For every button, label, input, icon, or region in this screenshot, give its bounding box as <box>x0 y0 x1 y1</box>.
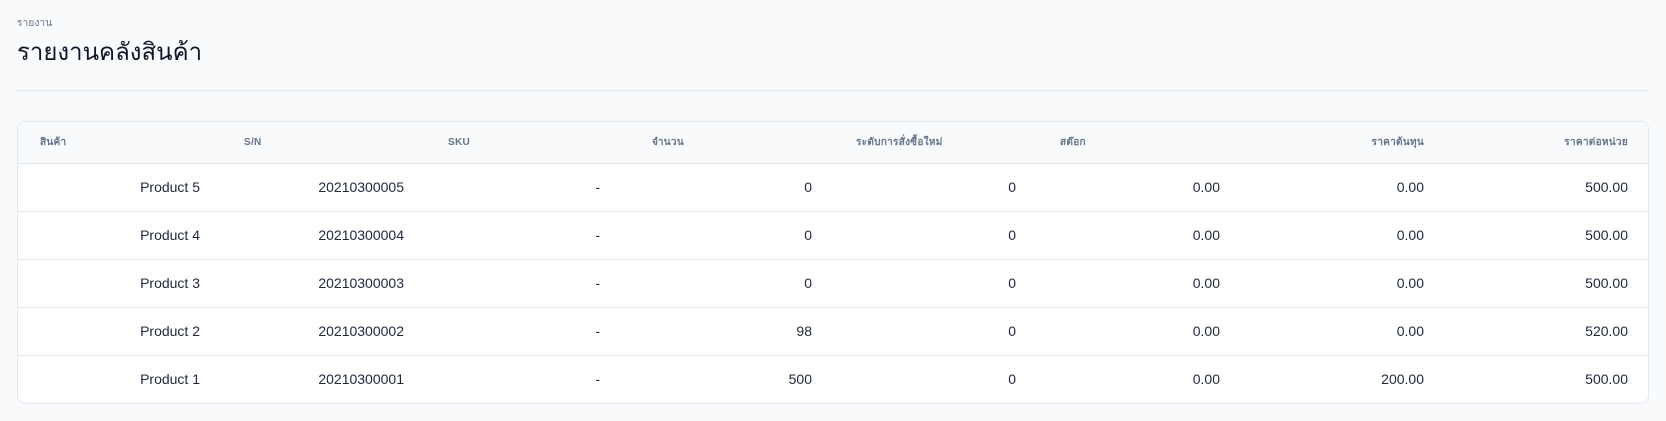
page-title: รายงานคลังสินค้า <box>17 39 203 66</box>
report-page: รายงาน รายงานคลังสินค้า สินค้า S/N SKU จ… <box>0 0 1666 421</box>
cell-reorder-level: 0 <box>834 163 1038 212</box>
table-body: Product 5 20210300005-0 0 0.00 0.00 500.00 Pro… <box>18 163 1648 403</box>
cell-stock: 0.00 <box>1192 371 1220 388</box>
cell-reorder-level: 0 <box>1008 371 1016 388</box>
cell-product: Product 2 <box>18 307 222 356</box>
column-header-sku[interactable]: SKU <box>426 122 630 164</box>
table-row[interactable]: Product 2 20210300002-98 0 0.00 0.00 520.00 <box>18 307 1648 356</box>
cell-product: Product 5 <box>18 163 222 212</box>
cell-sn: 20210300002 <box>222 307 426 356</box>
cell-sku: - <box>595 371 600 388</box>
header-row: สินค้า S/N SKU จำนวน ระดับการสั่งซื้อใหม… <box>18 122 1648 164</box>
column-header-unit-price[interactable]: ราคาต่อหน่วย <box>1446 122 1648 164</box>
table-row[interactable]: Product 4 20210300004-0 0 0.00 0.00 500.00 <box>18 211 1648 260</box>
cell-cost-price: 0.00 <box>1242 307 1446 356</box>
table-row[interactable]: Product 5 20210300005-0 0 0.00 0.00 500.00 <box>18 163 1648 212</box>
cell-stock: 0.00 <box>1038 211 1242 260</box>
cell-sku: - <box>426 211 630 260</box>
breadcrumb[interactable]: รายงาน <box>17 17 1649 30</box>
cell-quantity: 0 <box>630 259 834 308</box>
cell-reorder-level: 0 <box>834 307 1038 356</box>
cell-sku: - <box>426 163 630 212</box>
cell-stock: 0.00 <box>1038 163 1242 212</box>
cell-cost-price: 0.00 <box>1242 211 1446 260</box>
cell-sn: 20210300004 <box>222 211 426 260</box>
column-header-stock[interactable]: สต๊อก <box>1038 122 1242 164</box>
column-header-cost-price[interactable]: ราคาต้นทุน <box>1242 122 1446 164</box>
cell-quantity: 0 <box>630 211 834 260</box>
column-header-sn[interactable]: S/N <box>222 122 426 164</box>
table-row[interactable]: Product 3 20210300003-0 0 0.00 0.00 500.00 <box>18 259 1648 308</box>
column-header-product[interactable]: สินค้า <box>18 122 222 164</box>
cell-cost-price: 0.00 <box>1242 259 1446 308</box>
cell-product: Product 4 <box>18 211 222 260</box>
cell-sku: - <box>426 259 630 308</box>
cell-stock: 0.00 <box>1038 259 1242 308</box>
cell-cost-price: 200.00 <box>1381 371 1424 388</box>
header-divider <box>17 90 1649 91</box>
cell-product: Product 3 <box>18 259 222 308</box>
cell-unit-price: 500.00 <box>1446 259 1648 308</box>
cell-unit-price: 500.00 <box>1446 211 1648 260</box>
cell-sn: 20210300005 <box>222 163 426 212</box>
inventory-table: สินค้า S/N SKU จำนวน ระดับการสั่งซื้อใหม… <box>18 122 1648 403</box>
column-header-reorder-level[interactable]: ระดับการสั่งซื้อใหม่ <box>834 122 1038 164</box>
cell-sn: 20210300001 <box>318 371 404 388</box>
cell-sn: 20210300003 <box>222 259 426 308</box>
cell-unit-price: 500.00 <box>1585 371 1628 388</box>
cell-quantity: 98 <box>630 307 834 356</box>
cell-quantity: 500 <box>788 371 812 388</box>
inventory-table-card: สินค้า S/N SKU จำนวน ระดับการสั่งซื้อใหม… <box>17 121 1649 404</box>
column-header-quantity[interactable]: จำนวน <box>630 122 834 164</box>
cell-stock: 0.00 <box>1038 307 1242 356</box>
cell-quantity: 0 <box>630 163 834 212</box>
cell-unit-price: 520.00 <box>1446 307 1648 356</box>
cell-cost-price: 0.00 <box>1242 163 1446 212</box>
cell-sku: - <box>426 307 630 356</box>
cell-reorder-level: 0 <box>834 211 1038 260</box>
table-row[interactable]: Product 1 20210300001 - 500 0 0.00 200.00 500.0… <box>18 355 1648 403</box>
table-header: สินค้า S/N SKU จำนวน ระดับการสั่งซื้อใหม… <box>18 122 1648 164</box>
cell-product: Product 1 <box>140 371 200 388</box>
cell-reorder-level: 0 <box>834 259 1038 308</box>
cell-unit-price: 500.00 <box>1446 163 1648 212</box>
